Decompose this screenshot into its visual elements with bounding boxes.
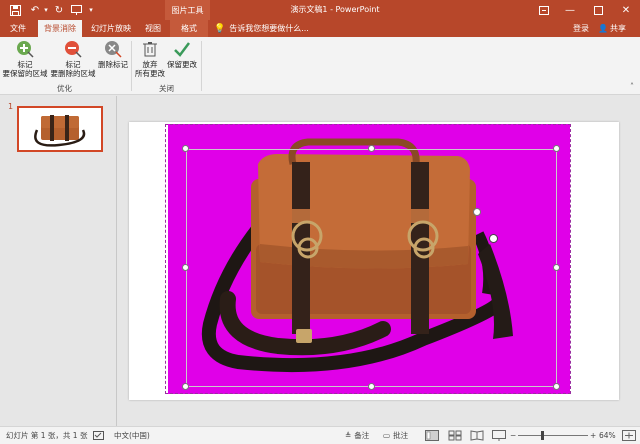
delete-mark-button[interactable]: 删除标记 [97,40,129,69]
tell-me-text: 告诉我您想要做什么... [229,24,309,33]
zoom-in-icon[interactable]: + [590,427,596,444]
tab-slideshow[interactable]: 幻灯片放映 [86,20,136,37]
ribbon-tabs: 文件 背景消除 幻灯片放映 视图 格式 💡 告诉我您想要做什么... 登录 👤 … [0,20,640,37]
resize-handle-l[interactable] [182,264,189,271]
delete-mark-label: 删除标记 [98,60,128,69]
status-bar: 幻灯片 第 1 张，共 1 张 中文(中国) ≜ 备注 ▭ 批注 − + 64% [0,426,640,444]
mark-keep-icon [17,41,34,58]
slideshow-view-icon[interactable] [492,430,506,441]
save-icon[interactable] [8,3,22,17]
group-separator [201,41,202,91]
notes-button[interactable]: ≜ 备注 [345,427,369,444]
discard-label-2: 所有更改 [135,69,165,78]
undo-icon[interactable]: ↶ [28,3,42,17]
keep-changes-button[interactable]: 保留更改 [166,40,198,69]
keep-region-box[interactable] [186,149,557,387]
share-icon: 👤 [598,24,608,33]
document-title: 演示文稿1 - PowerPoint [290,5,380,14]
tab-background-removal[interactable]: 背景消除 [38,20,82,37]
zoom-slider-track[interactable] [518,435,588,436]
comments-icon: ▭ [383,431,391,440]
resize-handle-bl[interactable] [182,383,189,390]
tab-file[interactable]: 文件 [4,20,32,37]
mark-remove-label-1: 标记 [65,60,81,69]
slide-thumbnail-pane: 1 [0,96,116,426]
share-button[interactable]: 👤 共享 [598,20,626,37]
slide-number: 1 [8,102,14,111]
strap-ring-marker [489,234,498,243]
tab-view[interactable]: 视图 [140,20,166,37]
picture-tools-label: 图片工具 [165,0,210,20]
customize-toolbar-icon[interactable]: ▾ [86,3,96,17]
title-bar: ↶ ▾ ↻ ▾ 图片工具 演示文稿1 - PowerPoint — ✕ [0,0,640,20]
reading-view-icon[interactable] [470,430,484,441]
ribbon-display-options-icon[interactable] [530,0,558,20]
undo-dropdown-icon[interactable]: ▾ [42,3,50,17]
mark-keep-label-1: 标记 [17,60,33,69]
strap-ring-marker [473,208,481,216]
notes-label: 备注 [354,431,370,440]
spellcheck-icon[interactable] [93,427,104,444]
group-refine-label: 优化 [57,84,72,93]
slideshow-from-start-icon[interactable] [69,3,83,17]
keep-changes-label: 保留更改 [167,60,197,69]
mark-remove-button[interactable]: 标记 要删除的区域 [50,40,96,78]
fit-to-window-icon[interactable] [622,430,636,441]
resize-handle-tr[interactable] [553,145,560,152]
sign-in-link[interactable]: 登录 [573,20,589,37]
checkmark-icon [174,42,190,57]
group-close-label: 关闭 [159,84,174,93]
maximize-icon[interactable] [584,0,612,20]
discard-changes-button[interactable]: 放弃 所有更改 [133,40,167,78]
language-indicator[interactable]: 中文(中国) [114,427,150,444]
share-label: 共享 [609,24,626,33]
comments-label: 批注 [393,431,409,440]
close-icon[interactable]: ✕ [612,0,640,20]
collapse-ribbon-icon[interactable]: ˄ [630,82,634,91]
ribbon: 标记 要保留的区域 标记 要删除的区域 删除标记 优化 放弃 所有更改 保留更改… [0,37,640,95]
resize-handle-br[interactable] [553,383,560,390]
mark-keep-label-2: 要保留的区域 [2,69,48,78]
resize-handle-t[interactable] [368,145,375,152]
tab-format[interactable]: 格式 [170,20,208,37]
zoom-level[interactable]: 64% [599,427,616,444]
slide-count: 幻灯片 第 1 张，共 1 张 [6,431,88,440]
mark-remove-label-2: 要删除的区域 [50,69,96,78]
tell-me-search[interactable]: 💡 告诉我您想要做什么... [214,20,309,37]
zoom-out-icon[interactable]: − [510,427,516,444]
minimize-icon[interactable]: — [556,0,584,20]
slide-sorter-view-icon[interactable] [448,430,462,441]
resize-handle-tl[interactable] [182,145,189,152]
slide-thumbnail[interactable] [17,106,103,152]
mark-remove-icon [65,41,82,58]
normal-view-icon[interactable] [425,430,439,441]
bag-thumbnail-image [19,108,101,150]
mark-keep-button[interactable]: 标记 要保留的区域 [2,40,48,78]
discard-label-1: 放弃 [142,60,158,69]
group-separator [131,41,132,91]
redo-icon[interactable]: ↻ [52,3,66,17]
lightbulb-icon: 💡 [214,23,226,34]
resize-handle-r[interactable] [553,264,560,271]
resize-handle-b[interactable] [368,383,375,390]
notes-icon: ≜ [345,431,352,440]
delete-mark-icon [105,41,122,58]
trash-icon [143,42,157,57]
zoom-slider-thumb[interactable] [541,431,544,440]
comments-button[interactable]: ▭ 批注 [383,427,408,444]
